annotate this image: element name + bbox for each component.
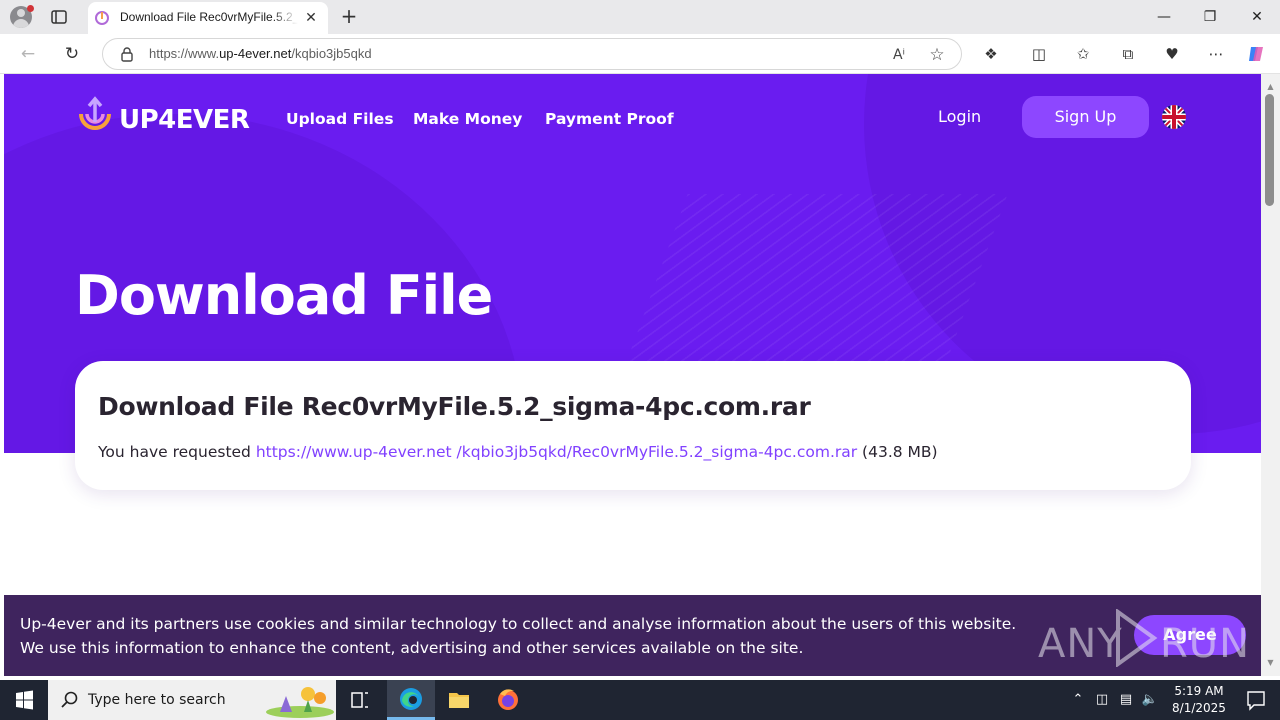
minimize-button[interactable]: —: [1141, 0, 1187, 34]
cookie-line-2: We use this information to enhance the c…: [20, 639, 804, 657]
new-tab-button[interactable]: +: [338, 6, 360, 28]
clock-date: 8/1/2025: [1172, 701, 1226, 715]
up4ever-logo-icon: [79, 96, 111, 130]
taskbar-clock[interactable]: 5:19 AM 8/1/2025: [1160, 683, 1238, 717]
scroll-thumb[interactable]: [1265, 94, 1274, 206]
clock-time: 5:19 AM: [1174, 684, 1224, 698]
task-view-icon[interactable]: [336, 680, 384, 720]
site-favicon-icon: [95, 11, 109, 25]
active-tab[interactable]: Download File Rec0vrMyFile.5.2_sigma-4pc…: [88, 2, 328, 34]
taskbar-search[interactable]: Type here to search: [48, 680, 336, 720]
file-explorer-icon[interactable]: [435, 680, 483, 720]
download-card: Download File Rec0vrMyFile.5.2_sigma-4pc…: [75, 361, 1191, 490]
watermark-left: ANY: [1038, 621, 1123, 667]
cookie-line-1: Up-4ever and its partners use cookies an…: [20, 615, 1017, 633]
nav-upload-files[interactable]: Upload Files: [286, 110, 394, 128]
back-button[interactable]: ←: [15, 41, 41, 67]
close-window-button[interactable]: ✕: [1234, 0, 1280, 34]
read-aloud-icon[interactable]: Aⁱ: [889, 45, 909, 65]
url-text[interactable]: https://www.up-4ever.net/kqbio3jb5qkd: [149, 46, 372, 61]
restore-button[interactable]: ❐: [1187, 0, 1233, 34]
cookie-text: Up-4ever and its partners use cookies an…: [20, 612, 1016, 660]
uk-flag-icon[interactable]: [1162, 105, 1186, 129]
signup-button[interactable]: Sign Up: [1022, 96, 1149, 138]
network-icon[interactable]: ▤: [1116, 690, 1136, 710]
scroll-down-arrow-icon[interactable]: ▼: [1265, 658, 1276, 668]
browser-essentials-icon[interactable]: ♥: [1161, 43, 1183, 65]
nav-make-money[interactable]: Make Money: [413, 110, 522, 128]
lock-icon[interactable]: [119, 46, 135, 62]
collections-icon[interactable]: ⧉: [1117, 43, 1139, 65]
play-triangle-icon: [1116, 609, 1158, 667]
cookie-banner: Up-4ever and its partners use cookies an…: [4, 595, 1261, 676]
search-icon: [61, 691, 78, 708]
download-file-title: Download File Rec0vrMyFile.5.2_sigma-4pc…: [98, 392, 811, 421]
search-highlight-art: [266, 687, 334, 718]
tab-actions-icon[interactable]: [50, 8, 68, 26]
windows-start-icon[interactable]: [0, 680, 48, 720]
edge-icon: [400, 688, 422, 710]
edge-taskbar-icon[interactable]: [387, 680, 435, 720]
refresh-button[interactable]: ↻: [59, 41, 85, 67]
extensions-icon[interactable]: ❖: [980, 43, 1002, 65]
hero-title: Download File: [75, 264, 493, 327]
split-screen-icon[interactable]: ◫: [1028, 43, 1050, 65]
meet-now-icon[interactable]: ◫: [1092, 690, 1112, 710]
firefox-icon[interactable]: [484, 680, 532, 720]
page-scrollbar[interactable]: ▲ ▼: [1261, 74, 1280, 676]
close-tab-icon[interactable]: ✕: [302, 9, 320, 27]
scroll-up-arrow-icon[interactable]: ▲: [1265, 82, 1276, 92]
browser-tab-bar: Download File Rec0vrMyFile.5.2_sigma-4pc…: [0, 0, 1280, 34]
site-logo[interactable]: UP4EVER: [75, 96, 250, 140]
file-size: (43.8 MB): [857, 443, 938, 461]
volume-icon[interactable]: 🔈: [1140, 690, 1160, 710]
requested-label: You have requested: [98, 443, 256, 461]
windows-taskbar: Type here to search ⌃ ◫ ▤ 🔈 5:19 AM 8/1/…: [0, 680, 1280, 720]
watermark-right: RUN: [1160, 621, 1250, 667]
search-placeholder: Type here to search: [88, 692, 226, 708]
anyrun-watermark: ANY RUN: [1038, 607, 1249, 667]
copilot-icon[interactable]: [1246, 43, 1268, 65]
browser-toolbar: ← ↻ https://www.up-4ever.net/kqbio3jb5qk…: [0, 34, 1280, 74]
login-link[interactable]: Login: [938, 107, 981, 126]
file-link[interactable]: https://www.up-4ever.net /kqbio3jb5qkd/R…: [256, 443, 857, 461]
notification-dot: [27, 5, 34, 12]
logo-text: UP4EVER: [119, 105, 250, 135]
more-menu-icon[interactable]: ⋯: [1205, 43, 1227, 65]
requested-line: You have requested https://www.up-4ever.…: [98, 443, 938, 461]
address-bar[interactable]: https://www.up-4ever.net/kqbio3jb5qkd Aⁱ…: [102, 38, 962, 70]
notifications-icon[interactable]: [1232, 680, 1280, 720]
favorites-icon[interactable]: ✩: [1072, 43, 1094, 65]
nav-payment-proof[interactable]: Payment Proof: [545, 110, 674, 128]
show-hidden-icons[interactable]: ⌃: [1068, 690, 1088, 710]
favorite-star-icon[interactable]: ☆: [927, 45, 947, 65]
page-viewport: UP4EVER Upload Files Make Money Payment …: [4, 74, 1261, 676]
tab-title: Download File Rec0vrMyFile.5.2_sigma-4pc…: [120, 10, 298, 24]
